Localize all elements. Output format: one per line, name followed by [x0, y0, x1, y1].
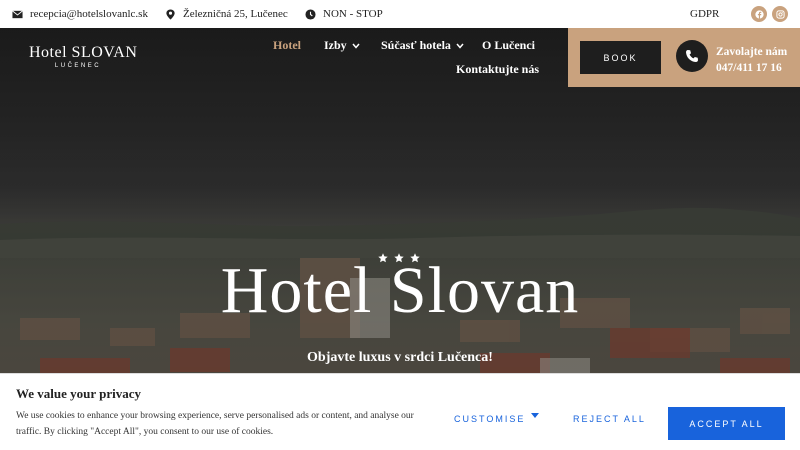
call-us[interactable]: Zavolajte nám 047/411 17 16 — [716, 44, 787, 76]
phone-number: 047/411 17 16 — [716, 62, 782, 74]
call-label: Zavolajte nám — [716, 46, 788, 58]
top-info-bar: recepcia@hotelslovanlc.sk Železničná 25,… — [0, 0, 800, 28]
hours-text: NON - STOP — [323, 8, 383, 20]
hero-subtitle: Objavte luxus v srdci Lučenca! — [307, 350, 493, 365]
caret-down-icon — [531, 413, 540, 418]
instagram-icon[interactable] — [772, 6, 788, 22]
email-text: recepcia@hotelslovanlc.sk — [30, 8, 148, 20]
booking-contact-panel: BOOK Zavolajte nám 047/411 17 16 — [568, 28, 800, 87]
reject-all-button[interactable]: REJECT ALL — [573, 414, 646, 424]
nav-label: Izby — [324, 38, 347, 52]
nav-item-o-lucenci[interactable]: O Lučenci — [482, 38, 535, 53]
clock-icon — [305, 8, 316, 20]
map-pin-icon — [166, 8, 175, 20]
logo-main-text: Hotel SLOVAN — [29, 44, 138, 61]
cookie-title: We value your privacy — [16, 386, 142, 401]
nav-item-hotel[interactable]: Hotel — [273, 38, 301, 53]
nav-label: Kontaktujte nás — [456, 62, 540, 76]
hero-title: Hotel Slovan — [220, 254, 580, 327]
address-text: Železničná 25, Lučenec — [183, 8, 288, 20]
facebook-icon[interactable] — [751, 6, 767, 22]
nav-item-kontakt[interactable]: Kontaktujte nás — [456, 62, 539, 77]
chevron-down-icon — [352, 43, 360, 49]
envelope-icon — [12, 9, 23, 18]
hotel-logo[interactable]: Hotel SLOVAN LUČENEC — [29, 44, 138, 69]
customise-label: CUSTOMISE — [454, 414, 526, 424]
nav-item-sucast-hotela[interactable]: Súčasť hotela — [381, 38, 464, 53]
address-contact: Železničná 25, Lučenec — [165, 8, 288, 20]
logo-sub-text: LUČENEC — [54, 63, 102, 69]
nav-label: Súčasť hotela — [381, 38, 451, 52]
nav-label: Hotel — [273, 38, 301, 52]
accept-all-button[interactable]: ACCEPT ALL — [668, 407, 785, 440]
gdpr-link[interactable]: GDPR — [690, 8, 719, 20]
nav-label: O Lučenci — [482, 38, 535, 52]
nav-item-izby[interactable]: Izby — [324, 38, 360, 53]
opening-hours: NON - STOP — [305, 8, 383, 20]
book-button[interactable]: BOOK — [580, 41, 661, 74]
cookie-description: We use cookies to enhance your browsing … — [16, 411, 414, 437]
cookie-consent-banner: We value your privacy We use cookies to … — [0, 373, 800, 450]
customise-button[interactable]: CUSTOMISE — [454, 413, 540, 424]
phone-icon[interactable] — [676, 40, 708, 72]
email-contact[interactable]: recepcia@hotelslovanlc.sk — [12, 8, 148, 20]
chevron-down-icon — [456, 43, 464, 49]
